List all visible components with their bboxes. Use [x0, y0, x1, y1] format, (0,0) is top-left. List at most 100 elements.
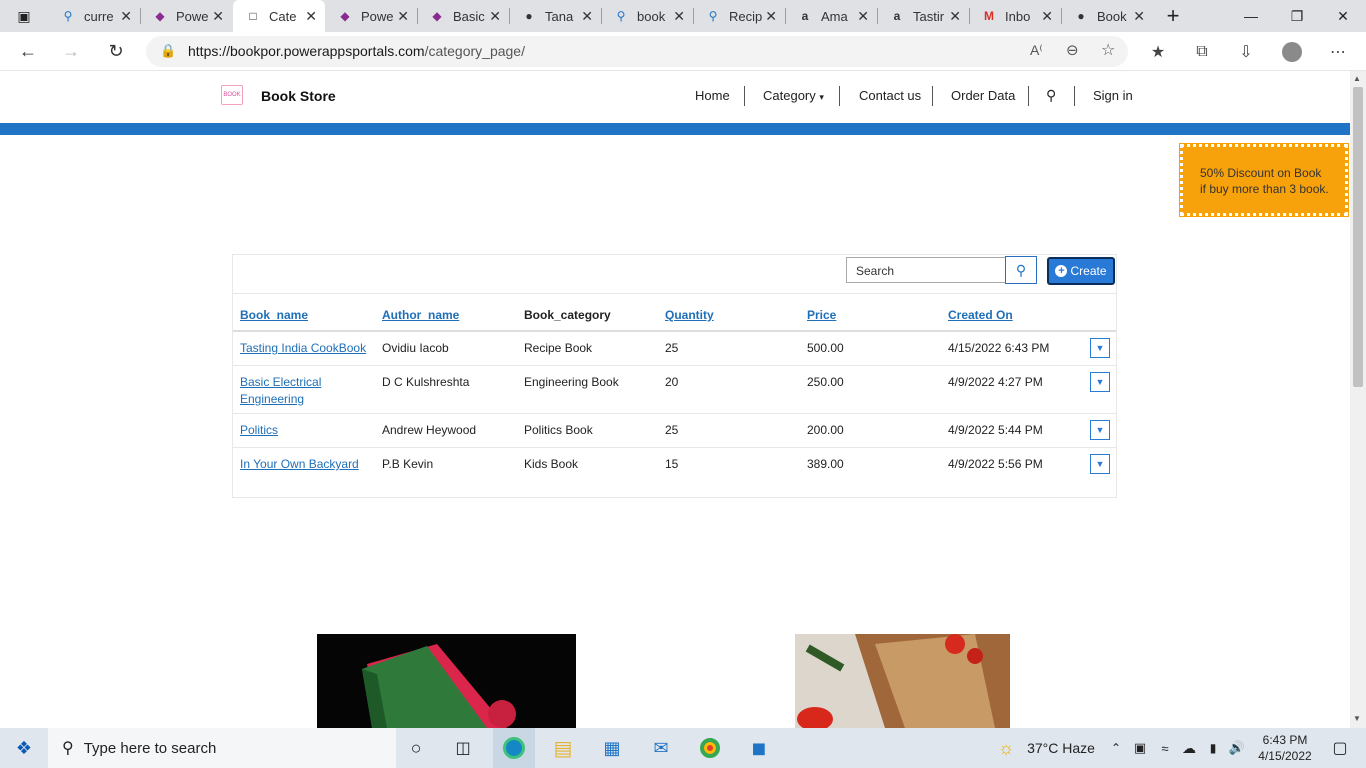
row-actions-dropdown[interactable]: ▼ — [1090, 454, 1110, 474]
close-icon[interactable]: ✕ — [305, 8, 317, 25]
col-created-on[interactable]: Created On — [948, 308, 1013, 322]
row-actions-dropdown[interactable]: ▼ — [1090, 338, 1110, 358]
favorite-star-icon[interactable]: ☆ — [1101, 40, 1115, 60]
back-icon[interactable]: ← — [10, 32, 46, 71]
cell-book-name[interactable]: Basic Electrical Engineering — [240, 374, 360, 408]
windows-start-icon[interactable]: ❖ — [0, 728, 48, 768]
battery-icon[interactable]: ▮ — [1202, 728, 1224, 768]
close-icon[interactable]: ✕ — [581, 8, 593, 25]
cell-quantity: 25 — [665, 341, 679, 355]
browser-tab[interactable]: ◆ Powe ✕ — [140, 0, 232, 32]
close-icon[interactable]: ✕ — [489, 8, 501, 25]
col-book-name[interactable]: Book_name — [240, 308, 308, 322]
downloads-icon[interactable]: ⇩ — [1230, 32, 1262, 71]
browser-tab[interactable]: M Inbo ✕ — [969, 0, 1061, 32]
close-icon[interactable]: ✕ — [212, 8, 224, 25]
browser-tab[interactable]: a Tastir ✕ — [877, 0, 969, 32]
create-button[interactable]: + Create — [1047, 257, 1115, 285]
nav-sign-in[interactable]: Sign in — [1093, 88, 1133, 103]
scroll-down-icon[interactable]: ▼ — [1353, 714, 1361, 723]
search-icon: ⚲ — [1015, 261, 1027, 278]
weather-text[interactable]: 37°C Haze — [1024, 728, 1098, 768]
lock-icon: 🔒 — [160, 43, 177, 58]
nav-order-data[interactable]: Order Data — [951, 88, 1015, 103]
row-actions-dropdown[interactable]: ▼ — [1090, 420, 1110, 440]
close-icon[interactable]: ✕ — [765, 8, 777, 25]
page-scrollbar[interactable]: ▲ ▼ — [1350, 71, 1366, 728]
col-author-name[interactable]: Author_name — [382, 308, 459, 322]
nav-home[interactable]: Home — [695, 88, 730, 103]
nav-divider — [744, 86, 745, 106]
nav-contact[interactable]: Contact us — [859, 88, 921, 103]
close-icon[interactable]: ✕ — [857, 8, 869, 25]
chevron-down-icon: ▼ — [1095, 343, 1105, 353]
close-window-icon[interactable]: ✕ — [1320, 0, 1366, 32]
chrome-icon[interactable] — [690, 728, 730, 768]
volume-icon[interactable]: 🔊 — [1226, 728, 1248, 768]
mail-icon[interactable]: ✉ — [641, 728, 681, 768]
notifications-icon[interactable]: ▢ — [1320, 728, 1360, 768]
profile-avatar[interactable] — [1276, 32, 1308, 71]
nav-divider — [1028, 86, 1029, 106]
edge-taskbar-icon[interactable] — [493, 728, 535, 768]
browser-tab-active[interactable]: □ Cate ✕ — [233, 0, 325, 32]
favorites-icon[interactable]: ★ — [1142, 32, 1174, 71]
browser-tab[interactable]: ● Book ✕ — [1061, 0, 1153, 32]
forward-icon[interactable]: → — [53, 32, 89, 71]
file-explorer-icon[interactable]: ▤ — [543, 728, 583, 768]
browser-tab[interactable]: ◆ Basic ✕ — [417, 0, 509, 32]
onedrive-icon[interactable]: ☁ — [1178, 728, 1200, 768]
url-field[interactable]: 🔒 https://bookpor.powerappsportals.com/c… — [146, 36, 1128, 67]
search-button[interactable]: ⚲ — [1005, 256, 1037, 284]
task-view-icon[interactable]: ◫ — [443, 728, 483, 768]
row-actions-dropdown[interactable]: ▼ — [1090, 372, 1110, 392]
refresh-icon[interactable]: ↻ — [98, 32, 134, 71]
nav-search-icon[interactable]: ⚲ — [1046, 87, 1056, 104]
wifi-icon[interactable]: ≈ — [1154, 728, 1176, 768]
cell-book-name[interactable]: Tasting India CookBook — [240, 340, 375, 357]
cell-book-name[interactable]: In Your Own Backyard — [240, 456, 359, 473]
col-quantity[interactable]: Quantity — [665, 308, 714, 322]
cortana-icon[interactable]: ○ — [396, 728, 436, 768]
discount-banner: 50% Discount on Book if buy more than 3 … — [1179, 143, 1349, 217]
more-menu-icon[interactable]: ⋯ — [1322, 32, 1354, 71]
store-icon[interactable]: ▦ — [592, 728, 632, 768]
browser-tab[interactable]: ⚲ Recip ✕ — [693, 0, 785, 32]
nav-category[interactable]: Category ▾ — [763, 88, 824, 103]
new-tab-icon[interactable]: + — [1150, 0, 1196, 32]
photos-icon[interactable]: ◼ — [739, 728, 779, 768]
close-icon[interactable]: ✕ — [1041, 8, 1053, 25]
cell-book-name[interactable]: Politics — [240, 422, 278, 439]
meet-now-icon[interactable]: ▣ — [1130, 728, 1150, 768]
browser-tab[interactable]: ● Tana ✕ — [509, 0, 601, 32]
scroll-up-icon[interactable]: ▲ — [1353, 74, 1361, 83]
book-image-green — [317, 634, 576, 728]
close-icon[interactable]: ✕ — [949, 8, 961, 25]
chevron-up-icon[interactable]: ⌃ — [1106, 728, 1126, 768]
minimize-icon[interactable]: — — [1228, 0, 1274, 32]
restore-icon[interactable]: ❐ — [1274, 0, 1320, 32]
site-logo[interactable]: BOOK — [221, 85, 243, 105]
collections-icon[interactable]: ⧉ — [1186, 32, 1218, 71]
tab-actions-icon[interactable]: ▣ — [0, 0, 48, 32]
taskbar-search[interactable]: ⚲ Type here to search — [48, 728, 396, 768]
url-text: https://bookpor.powerappsportals.com/cat… — [188, 43, 525, 59]
site-brand[interactable]: Book Store — [261, 88, 336, 104]
close-icon[interactable]: ✕ — [120, 8, 132, 25]
table-row: In Your Own Backyard P.B Kevin Kids Book… — [233, 448, 1116, 482]
chevron-down-icon: ▼ — [1095, 459, 1105, 469]
read-aloud-icon[interactable]: A⁽ — [1030, 42, 1043, 59]
browser-tab[interactable]: ⚲ curre ✕ — [48, 0, 140, 32]
search-input[interactable]: Search — [846, 257, 1006, 283]
logo-text: BOOK — [223, 92, 241, 98]
browser-tab[interactable]: ◆ Powe ✕ — [325, 0, 417, 32]
system-clock[interactable]: 6:43 PM 4/15/2022 — [1250, 728, 1320, 768]
browser-tab[interactable]: ⚲ book ✕ — [601, 0, 693, 32]
zoom-out-icon[interactable]: ⊖ — [1066, 41, 1079, 59]
close-icon[interactable]: ✕ — [673, 8, 685, 25]
col-price[interactable]: Price — [807, 308, 836, 322]
scroll-thumb[interactable] — [1353, 87, 1363, 387]
close-icon[interactable]: ✕ — [1133, 8, 1145, 25]
close-icon[interactable]: ✕ — [397, 8, 409, 25]
browser-tab[interactable]: a Ama ✕ — [785, 0, 877, 32]
